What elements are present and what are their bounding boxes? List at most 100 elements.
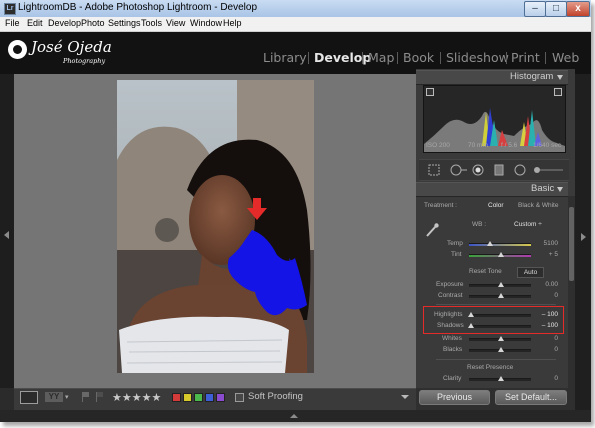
blacks-slider-thumb[interactable] (498, 347, 504, 352)
menu-view[interactable]: View (166, 18, 185, 28)
tint-slider-thumb[interactable] (498, 252, 504, 257)
auto-tone-button[interactable]: Auto (517, 267, 544, 278)
exif-shutter: 1/640 sec (533, 142, 562, 149)
reset-presence-button[interactable]: Reset Presence (467, 364, 513, 371)
color-label-green[interactable] (194, 393, 203, 402)
module-separator (362, 52, 363, 64)
set-default-button[interactable]: Set Default... (495, 390, 567, 405)
right-panel-strip (575, 74, 591, 422)
module-separator (440, 52, 441, 64)
soft-proofing-checkbox[interactable] (235, 393, 244, 402)
shadow-clipping-indicator[interactable] (426, 88, 434, 96)
contrast-value[interactable]: 0 (536, 292, 558, 299)
previous-button[interactable]: Previous (419, 390, 490, 405)
photo-preview[interactable] (117, 80, 314, 373)
toolbar (14, 388, 416, 411)
window-title: LightroomDB - Adobe Photoshop Lightroom … (18, 2, 258, 13)
before-after-view-button[interactable]: YY (45, 392, 63, 402)
highlights-value[interactable]: – 100 (536, 311, 558, 318)
basic-collapse-icon[interactable] (557, 187, 563, 192)
chevron-down-icon[interactable]: ▾ (65, 393, 69, 401)
clarity-value[interactable]: 0 (536, 375, 558, 382)
tint-label: Tint (451, 251, 462, 258)
close-button[interactable]: x (566, 1, 590, 17)
module-separator (308, 52, 309, 64)
highlight-clipping-indicator[interactable] (554, 88, 562, 96)
color-label-purple[interactable] (216, 393, 225, 402)
color-label-yellow[interactable] (183, 393, 192, 402)
minimize-button[interactable]: – (524, 1, 546, 17)
adjustment-brush-icon[interactable] (532, 164, 564, 176)
highlights-slider[interactable] (469, 314, 531, 317)
shadows-label: Shadows (437, 322, 464, 329)
highlights-slider-thumb[interactable] (468, 312, 474, 317)
module-map[interactable]: Map (368, 50, 394, 65)
menu-file[interactable]: File (5, 18, 20, 28)
title-bar: Lr LightroomDB - Adobe Photoshop Lightro… (0, 0, 591, 18)
tint-value[interactable]: + 5 (536, 251, 558, 258)
module-book[interactable]: Book (403, 50, 434, 65)
maximize-button[interactable]: □ (545, 1, 567, 17)
menu-settings[interactable]: Settings (108, 18, 141, 28)
toolbar-menu-chevron-icon[interactable] (401, 395, 409, 399)
blacks-value[interactable]: 0 (536, 346, 558, 353)
module-slideshow[interactable]: Slideshow (446, 50, 509, 65)
reject-flag-icon[interactable] (96, 392, 104, 402)
treatment-bw-option[interactable]: Black & White (518, 202, 558, 209)
crop-icon[interactable] (428, 164, 440, 176)
identity-plate-tagline: Photography (63, 57, 106, 65)
radial-filter-icon[interactable] (514, 164, 526, 176)
shadows-value[interactable]: – 100 (536, 322, 558, 329)
logo-mark-icon (8, 40, 27, 59)
loupe-view-button[interactable] (20, 391, 38, 404)
wb-label: WB : (472, 221, 487, 228)
highlights-label: Highlights (434, 311, 463, 318)
temp-slider-thumb[interactable] (487, 241, 493, 246)
clarity-slider-thumb[interactable] (498, 376, 504, 381)
color-label-blue[interactable] (205, 393, 214, 402)
whites-slider-thumb[interactable] (498, 336, 504, 341)
color-label-red[interactable] (172, 393, 181, 402)
panel-scrollbar-thumb[interactable] (569, 207, 574, 281)
exif-iso: ISO 200 (426, 142, 450, 149)
exif-aperture: f / 5.6 (501, 142, 518, 149)
red-eye-icon[interactable] (472, 164, 484, 176)
flag-icon[interactable] (82, 392, 90, 402)
expand-left-panel-icon[interactable] (4, 231, 9, 239)
expand-filmstrip-icon[interactable] (290, 414, 298, 418)
white-balance-eyedropper-icon[interactable] (424, 222, 440, 238)
histogram-title: Histogram (510, 71, 554, 82)
temp-value[interactable]: 5100 (536, 240, 558, 247)
clarity-label: Clarity (443, 375, 462, 382)
module-library[interactable]: Library (263, 50, 307, 65)
wb-preset-dropdown[interactable]: Custom ÷ (514, 221, 542, 228)
menu-edit[interactable]: Edit (27, 18, 43, 28)
divider (436, 304, 556, 305)
histogram-collapse-icon[interactable] (557, 75, 563, 80)
temp-slider[interactable] (469, 243, 531, 246)
menu-tools[interactable]: Tools (141, 18, 162, 28)
menu-develop[interactable]: Develop (48, 18, 81, 28)
collapse-right-panel-icon[interactable] (581, 233, 586, 241)
exposure-value[interactable]: 0.00 (536, 281, 558, 288)
graduated-filter-icon[interactable] (494, 164, 504, 176)
menu-bar: File Edit Develop Photo Settings Tools V… (0, 17, 591, 32)
treatment-color-option[interactable]: Color (488, 202, 504, 209)
star-rating[interactable]: ★★★★★ (112, 391, 161, 404)
reset-tone-button[interactable]: Reset Tone (469, 268, 502, 275)
module-web[interactable]: Web (552, 50, 579, 65)
contrast-slider-thumb[interactable] (498, 293, 504, 298)
menu-window[interactable]: Window (190, 18, 222, 28)
menu-photo[interactable]: Photo (81, 18, 105, 28)
shadows-slider-thumb[interactable] (468, 323, 474, 328)
exposure-slider-thumb[interactable] (498, 282, 504, 287)
module-separator (397, 52, 398, 64)
spot-removal-icon[interactable] (450, 164, 468, 176)
exif-focal-length: 70 mm (468, 142, 488, 149)
basic-panel-title: Basic (531, 183, 555, 194)
shadows-slider[interactable] (469, 325, 531, 328)
whites-label: Whites (442, 335, 462, 342)
module-print[interactable]: Print (511, 50, 540, 65)
whites-value[interactable]: 0 (536, 335, 558, 342)
menu-help[interactable]: Help (223, 18, 242, 28)
